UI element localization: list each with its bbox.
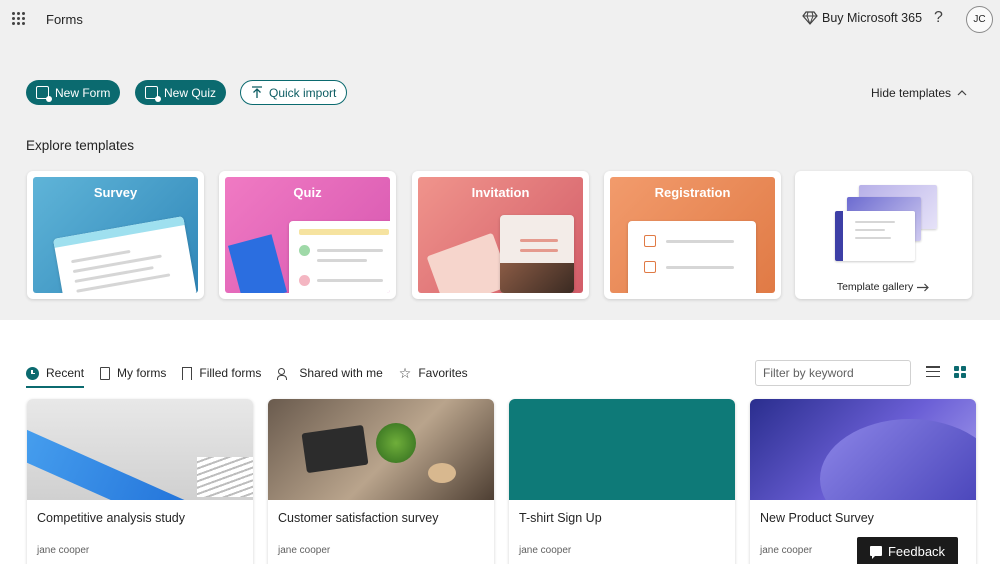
survey-thumbnail: Survey [33, 177, 198, 293]
clock-icon [26, 366, 39, 380]
template-label: Survey [93, 185, 138, 200]
survey-paper [53, 216, 197, 293]
form-thumbnail [509, 399, 735, 500]
template-quiz[interactable]: Quiz [219, 171, 396, 299]
people-icon [277, 367, 292, 380]
template-gallery-label: Template gallery [836, 281, 914, 293]
upload-icon [252, 86, 262, 98]
form-title: Competitive analysis study [37, 511, 185, 525]
tab-my-forms[interactable]: My forms [100, 363, 166, 383]
app-header: Forms Buy Microsoft 365 ? JC [0, 0, 1000, 40]
form-thumbnail [268, 399, 494, 500]
template-gallery-link[interactable]: Template gallery [795, 281, 972, 293]
template-gallery-card[interactable]: Template gallery [795, 171, 972, 299]
tab-filled-forms[interactable]: Filled forms [182, 363, 261, 383]
avatar[interactable]: JC [966, 6, 993, 33]
app-launcher-icon[interactable] [12, 12, 26, 26]
document-icon [100, 366, 111, 380]
hide-templates-button[interactable]: Hide templates [871, 86, 967, 100]
forms-tabs: Recent My forms Filled forms Shared with… [26, 363, 468, 388]
form-title: Customer satisfaction survey [278, 511, 439, 525]
buy-microsoft-365-link[interactable]: Buy Microsoft 365 [802, 11, 922, 25]
form-thumbnail [27, 399, 253, 500]
tab-label: My forms [117, 366, 167, 380]
form-owner: jane cooper [519, 545, 572, 556]
explore-templates-heading: Explore templates [26, 138, 135, 153]
new-quiz-icon [145, 86, 161, 102]
laptop-decor [301, 424, 369, 474]
list-view-icon[interactable] [926, 366, 940, 377]
grid-view-icon[interactable] [954, 366, 966, 378]
registration-thumbnail: Registration [610, 177, 775, 293]
form-owner: jane cooper [278, 545, 331, 556]
quiz-thumbnail: Quiz [225, 177, 390, 293]
arrow-right-icon [917, 283, 930, 292]
hide-templates-label: Hide templates [871, 86, 952, 100]
quick-import-button[interactable]: Quick import [240, 80, 348, 105]
tab-label: Filled forms [199, 366, 262, 380]
invitation-card [500, 215, 574, 293]
envelope-decor [426, 232, 512, 293]
plant-decor [376, 423, 416, 463]
template-label: Quiz [293, 185, 322, 200]
feedback-label: Feedback [887, 543, 946, 559]
filter-input[interactable] [755, 360, 911, 386]
new-quiz-button[interactable]: New Quiz [135, 80, 227, 105]
tab-label: Favorites [418, 366, 468, 380]
invitation-thumbnail: Invitation [418, 177, 583, 293]
new-form-icon [36, 86, 52, 102]
app-title[interactable]: Forms [46, 12, 83, 27]
feedback-button[interactable]: Feedback [857, 537, 958, 564]
tab-recent[interactable]: Recent [26, 363, 85, 388]
new-quiz-label: New Quiz [164, 85, 217, 100]
cup-decor [428, 463, 456, 483]
tab-label: Recent [46, 366, 85, 380]
bookmark-icon [182, 366, 193, 380]
template-registration[interactable]: Registration [604, 171, 781, 299]
form-card[interactable]: Customer satisfaction survey jane cooper [268, 399, 494, 564]
form-card[interactable]: T-shirt Sign Up jane cooper [509, 399, 735, 564]
feedback-icon [869, 546, 882, 559]
template-invitation[interactable]: Invitation [412, 171, 589, 299]
tab-favorites[interactable]: ☆ Favorites [399, 363, 468, 383]
thumbnail-decor [820, 419, 976, 500]
help-button[interactable]: ? [934, 9, 943, 27]
diamond-icon [802, 11, 818, 25]
thumbnail-decor [27, 421, 208, 500]
quick-import-label: Quick import [269, 85, 337, 100]
template-label: Registration [654, 185, 731, 200]
quiz-paper [289, 221, 390, 293]
form-card[interactable]: Competitive analysis study jane cooper [27, 399, 253, 564]
quiz-decor [228, 234, 287, 293]
form-title: New Product Survey [760, 511, 874, 525]
template-label: Invitation [471, 185, 530, 200]
form-owner: jane cooper [37, 545, 90, 556]
chevron-up-icon [957, 90, 967, 96]
tab-shared-with-me[interactable]: Shared with me [277, 363, 383, 383]
new-form-label: New Form [55, 85, 111, 100]
gallery-thumbnail [835, 211, 915, 261]
thumbnail-decor [197, 457, 253, 497]
tab-label: Shared with me [299, 366, 383, 380]
form-title: T-shirt Sign Up [519, 511, 602, 525]
template-survey[interactable]: Survey [27, 171, 204, 299]
star-icon: ☆ [398, 364, 412, 381]
buy-label: Buy Microsoft 365 [822, 11, 923, 25]
form-owner: jane cooper [760, 545, 813, 556]
form-thumbnail [750, 399, 976, 500]
new-form-button[interactable]: New Form [26, 80, 121, 105]
registration-paper [628, 221, 756, 293]
